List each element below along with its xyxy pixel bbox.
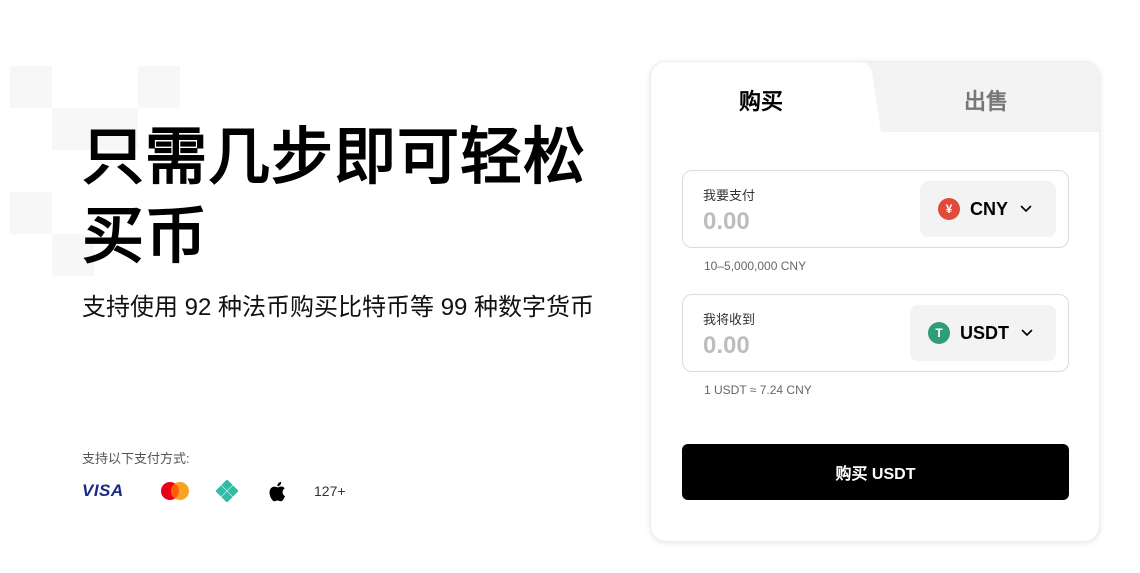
decorative-block	[10, 192, 52, 234]
payment-methods-label: 支持以下支付方式:	[82, 451, 190, 466]
pay-field: 我要支付 ¥ CNY	[682, 170, 1069, 248]
exchange-rate-hint: 1 USDT ≈ 7.24 CNY	[704, 383, 812, 397]
trade-card: 购买 出售 我要支付 ¥ CNY 10–5,000,000 CNY 我将收到 T…	[650, 61, 1100, 542]
trade-tabs: 购买 出售	[651, 62, 1099, 142]
chevron-down-icon	[1021, 329, 1033, 337]
pay-currency-code: CNY	[970, 198, 1009, 219]
pay-currency-selector[interactable]: ¥ CNY	[920, 181, 1056, 237]
decorative-block	[10, 66, 52, 108]
buy-usdt-button[interactable]: 购买 USDT	[682, 444, 1069, 500]
tab-buy[interactable]: 购买	[739, 84, 783, 116]
more-payment-methods-count[interactable]: 127+	[314, 483, 346, 499]
visa-logo: VISA	[82, 481, 124, 500]
pay-range-hint: 10–5,000,000 CNY	[704, 259, 807, 273]
hero-subtitle: 支持使用 92 种法币购买比特币等 99 种数字货币	[82, 294, 595, 321]
cny-icon: ¥	[938, 198, 960, 220]
usdt-icon: T	[928, 322, 950, 344]
receive-currency-selector[interactable]: T USDT	[910, 305, 1056, 361]
receive-field-label: 我将收到	[703, 312, 756, 327]
apple-icon	[268, 481, 314, 502]
pay-amount-input[interactable]	[703, 208, 903, 236]
receive-field: 我将收到 T USDT	[682, 294, 1069, 372]
receive-currency-code: USDT	[960, 322, 1009, 343]
payment-methods-list: VISA 127+	[82, 476, 346, 506]
tab-sell[interactable]: 出售	[964, 84, 1008, 116]
receive-amount-input[interactable]	[703, 332, 903, 360]
hero-section: 只需几步即可轻松买币 支持使用 92 种法币购买比特币等 99 种数字货币	[82, 118, 622, 324]
hero-title: 只需几步即可轻松买币	[82, 123, 587, 271]
pay-field-label: 我要支付	[703, 188, 756, 203]
decorative-block	[138, 66, 180, 108]
diamond-icon	[216, 480, 268, 502]
chevron-down-icon	[1020, 205, 1032, 213]
mastercard-icon	[160, 481, 216, 501]
